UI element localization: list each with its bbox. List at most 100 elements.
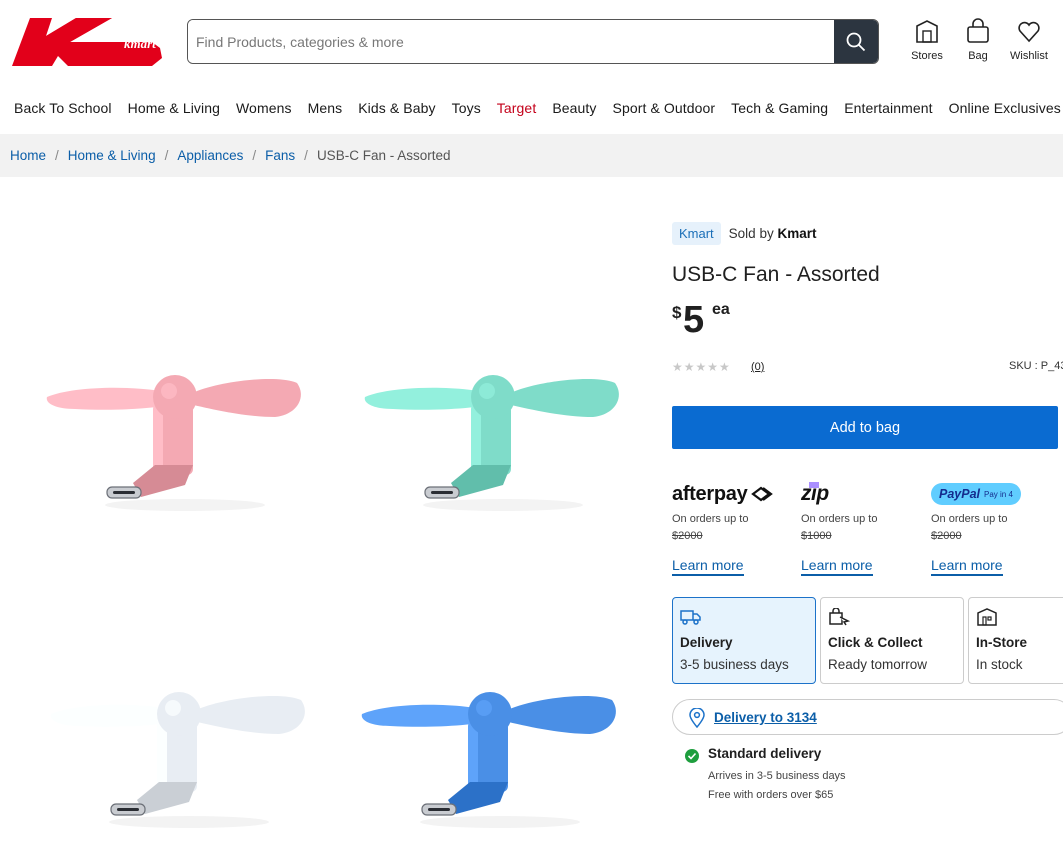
breadcrumb-current: USB-C Fan - Assorted xyxy=(316,148,451,163)
click-collect-sub: Ready tomorrow xyxy=(828,657,928,672)
nav-target[interactable]: Target xyxy=(497,100,537,124)
paypal-sub: Pay in 4 xyxy=(984,489,1013,499)
breadcrumb-appliances[interactable]: Appliances xyxy=(177,148,243,163)
usb-c-fan-illustration xyxy=(46,375,301,511)
afterpay-logo: afterpay xyxy=(672,481,797,507)
click-collect-title: Click & Collect xyxy=(828,635,923,650)
delivery-to-link[interactable]: Delivery to 3134 xyxy=(714,710,817,725)
star-rating-icon: ★★★★★ xyxy=(672,360,731,374)
zip-text: On orders up to $1000 xyxy=(801,511,926,545)
product-image-pink[interactable] xyxy=(35,305,315,525)
afterpay-limit: $2000 xyxy=(672,530,703,542)
breadcrumb: Home / Home & Living / Appliances / Fans… xyxy=(0,134,1063,177)
delivery-location[interactable]: Delivery to 3134 xyxy=(672,699,1063,735)
fulfilment-in-store[interactable]: In-Store In stock xyxy=(968,597,1063,684)
nav-womens[interactable]: Womens xyxy=(236,100,292,124)
truck-icon xyxy=(680,610,701,625)
nav-entertainment[interactable]: Entertainment xyxy=(844,100,932,124)
brand-chip[interactable]: Kmart xyxy=(672,221,721,245)
kmart-logo[interactable]: kmart xyxy=(12,18,167,68)
zip-learn-more[interactable]: Learn more xyxy=(801,557,873,576)
breadcrumb-home[interactable]: Home xyxy=(10,148,46,163)
check-circle-icon xyxy=(685,749,699,763)
zip-limit: $1000 xyxy=(801,530,832,542)
bag-link[interactable]: Bag xyxy=(953,18,1003,74)
zip-accent-icon xyxy=(808,482,819,488)
nav-mens[interactable]: Mens xyxy=(308,100,343,124)
breadcrumb-fans[interactable]: Fans xyxy=(265,148,295,163)
usb-c-fan-illustration xyxy=(50,692,305,828)
breadcrumb-separator: / xyxy=(252,148,257,163)
location-pin-icon xyxy=(689,708,705,728)
breadcrumb-separator: / xyxy=(55,148,59,163)
product-details: Kmart Sold by Kmart USB-C Fan - Assorted… xyxy=(672,220,1063,803)
stores-link[interactable]: Stores xyxy=(902,18,952,74)
search-input[interactable] xyxy=(188,20,836,63)
paypal-learn-more[interactable]: Learn more xyxy=(931,557,1003,576)
brand-row: Kmart Sold by Kmart xyxy=(672,220,1063,246)
nav-back-to-school[interactable]: Back To School xyxy=(14,100,112,124)
sold-by-prefix: Sold by xyxy=(728,225,774,241)
price-unit: ea xyxy=(712,301,730,318)
nav-tech-gaming[interactable]: Tech & Gaming xyxy=(731,100,828,124)
breadcrumb-separator: / xyxy=(304,148,308,163)
sku: SKU : P_43 xyxy=(1009,360,1063,372)
zip-text-line1: On orders up to xyxy=(801,513,878,525)
delivery-sub: 3-5 business days xyxy=(680,657,789,672)
search-bar xyxy=(187,19,879,64)
bag-icon xyxy=(967,18,989,43)
afterpay-text-line1: On orders up to xyxy=(672,513,749,525)
review-count-link[interactable]: (0) xyxy=(751,361,764,373)
in-store-sub: In stock xyxy=(976,657,1023,672)
main-nav: Back To School Home & Living Womens Mens… xyxy=(14,100,1063,124)
afterpay-learn-more[interactable]: Learn more xyxy=(672,557,744,576)
product-image-blue[interactable] xyxy=(350,622,630,842)
nav-home-living[interactable]: Home & Living xyxy=(128,100,220,124)
payment-options: afterpay On orders up to $2000 Learn mor… xyxy=(672,481,1063,591)
search-icon xyxy=(846,32,866,51)
nav-beauty[interactable]: Beauty xyxy=(552,100,596,124)
add-to-bag-button[interactable]: Add to bag xyxy=(672,406,1058,449)
fulfilment-delivery[interactable]: Delivery 3-5 business days xyxy=(672,597,816,684)
nav-online-exclusives[interactable]: Online Exclusives xyxy=(949,100,1061,124)
fulfilment-click-collect[interactable]: Click & Collect Ready tomorrow xyxy=(820,597,964,684)
sold-by-seller: Kmart xyxy=(777,225,817,241)
in-store-title: In-Store xyxy=(976,635,1028,650)
nav-toys[interactable]: Toys xyxy=(452,100,481,124)
search-button[interactable] xyxy=(834,20,878,63)
breadcrumb-separator: / xyxy=(164,148,169,163)
nav-kids-baby[interactable]: Kids & Baby xyxy=(358,100,435,124)
afterpay-logo-text: afterpay xyxy=(672,482,748,505)
wishlist-label: Wishlist xyxy=(1010,50,1048,62)
price-currency: $ xyxy=(672,303,682,322)
standard-delivery-arrival: Arrives in 3-5 business days xyxy=(708,770,846,782)
header: kmart Stores Bag Wishlist xyxy=(0,0,1063,90)
wishlist-link[interactable]: Wishlist xyxy=(1004,18,1054,74)
nav-sport-outdoor[interactable]: Sport & Outdoor xyxy=(613,100,716,124)
standard-delivery-free: Free with orders over $65 xyxy=(708,789,834,801)
price: $ 5 ea xyxy=(672,299,1063,341)
paypal-text: On orders up to $2000 xyxy=(931,511,1056,545)
standard-delivery: Standard delivery Arrives in 3-5 busines… xyxy=(672,743,1063,803)
payment-afterpay: afterpay On orders up to $2000 Learn mor… xyxy=(672,481,797,576)
click-collect-icon xyxy=(829,607,851,626)
product-image-gallery xyxy=(25,230,635,830)
paypal-name: PayPal xyxy=(939,487,981,501)
store-icon xyxy=(916,20,938,43)
paypal-text-line1: On orders up to xyxy=(931,513,1008,525)
zip-logo: zip xyxy=(801,481,926,507)
logo-text: kmart xyxy=(124,36,156,51)
standard-delivery-title: Standard delivery xyxy=(708,746,822,761)
stores-label: Stores xyxy=(911,50,943,62)
payment-zip: zip On orders up to $1000 Learn more xyxy=(801,481,926,576)
bag-label: Bag xyxy=(968,50,988,62)
afterpay-icon xyxy=(751,486,774,502)
product-image-white[interactable] xyxy=(39,622,319,842)
usb-c-fan-illustration xyxy=(361,692,616,828)
usb-c-fan-illustration xyxy=(364,375,619,511)
breadcrumb-home-living[interactable]: Home & Living xyxy=(68,148,156,163)
paypal-limit: $2000 xyxy=(931,530,962,542)
price-amount: 5 xyxy=(683,299,705,341)
product-image-mint[interactable] xyxy=(353,305,633,525)
rating-row: ★★★★★ (0) SKU : P_43 xyxy=(672,358,1063,378)
